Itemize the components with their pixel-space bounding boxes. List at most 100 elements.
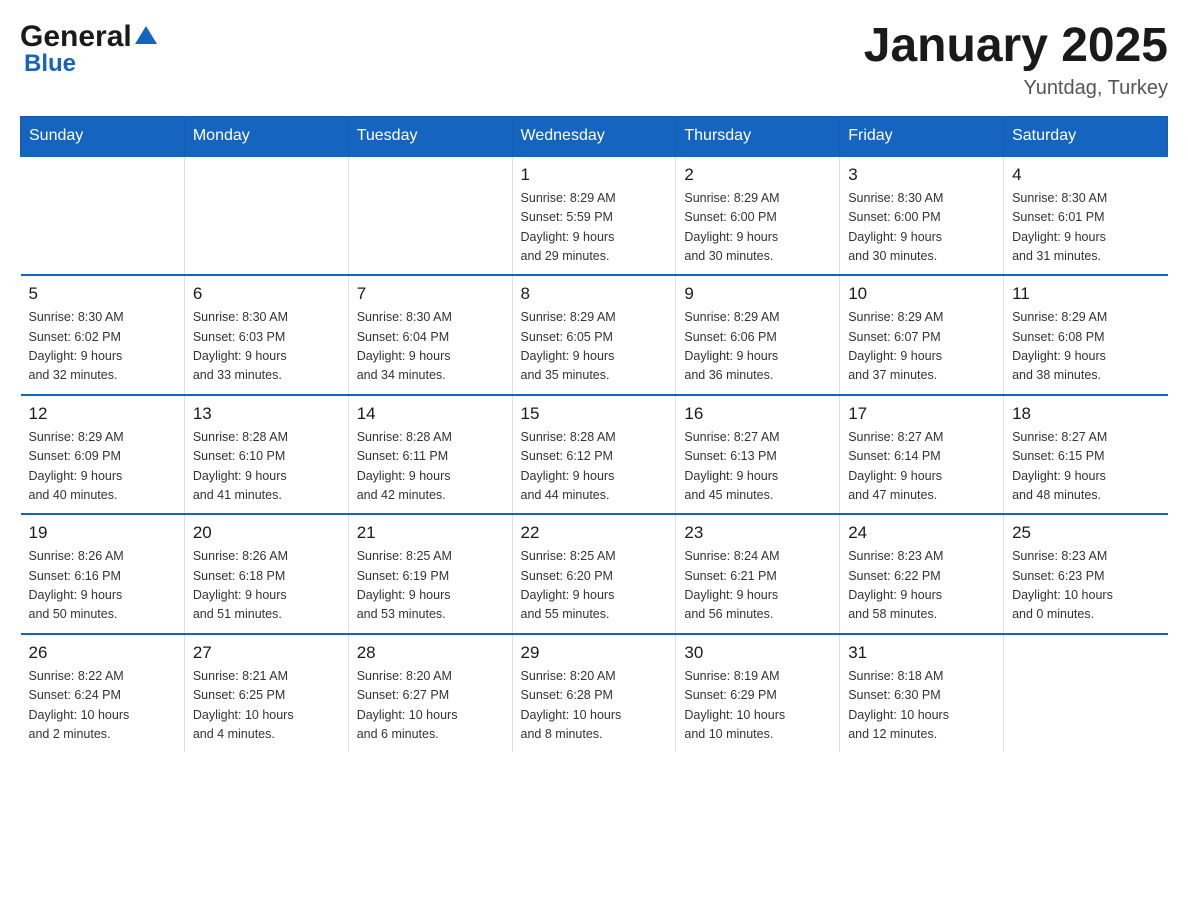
day-info: Sunrise: 8:22 AM Sunset: 6:24 PM Dayligh… bbox=[29, 667, 176, 745]
empty-cell bbox=[21, 156, 185, 276]
day-cell-3: 3 Sunrise: 8:30 AM Sunset: 6:00 PM Daylig… bbox=[840, 156, 1004, 276]
day-info: Sunrise: 8:29 AM Sunset: 5:59 PM Dayligh… bbox=[521, 189, 668, 267]
day-info: Sunrise: 8:29 AM Sunset: 6:06 PM Dayligh… bbox=[684, 308, 831, 386]
day-info: Sunrise: 8:29 AM Sunset: 6:07 PM Dayligh… bbox=[848, 308, 995, 386]
day-cell-10: 10 Sunrise: 8:29 AM Sunset: 6:07 PM Dayli… bbox=[840, 275, 1004, 395]
day-number: 9 bbox=[684, 284, 831, 304]
day-info: Sunrise: 8:23 AM Sunset: 6:22 PM Dayligh… bbox=[848, 547, 995, 625]
page-header: General Blue January 2025 Yuntdag, Turke… bbox=[20, 20, 1168, 100]
day-cell-5: 5 Sunrise: 8:30 AM Sunset: 6:02 PM Daylig… bbox=[21, 275, 185, 395]
day-cell-1: 1 Sunrise: 8:29 AM Sunset: 5:59 PM Daylig… bbox=[512, 156, 676, 276]
day-info: Sunrise: 8:20 AM Sunset: 6:28 PM Dayligh… bbox=[521, 667, 668, 745]
day-number: 19 bbox=[29, 523, 176, 543]
day-info: Sunrise: 8:18 AM Sunset: 6:30 PM Dayligh… bbox=[848, 667, 995, 745]
day-number: 24 bbox=[848, 523, 995, 543]
header-row: SundayMondayTuesdayWednesdayThursdayFrid… bbox=[21, 116, 1168, 156]
day-cell-19: 19 Sunrise: 8:26 AM Sunset: 6:16 PM Dayli… bbox=[21, 514, 185, 634]
day-cell-17: 17 Sunrise: 8:27 AM Sunset: 6:14 PM Dayli… bbox=[840, 395, 1004, 515]
day-number: 5 bbox=[29, 284, 176, 304]
day-cell-12: 12 Sunrise: 8:29 AM Sunset: 6:09 PM Dayli… bbox=[21, 395, 185, 515]
day-cell-22: 22 Sunrise: 8:25 AM Sunset: 6:20 PM Dayli… bbox=[512, 514, 676, 634]
day-number: 13 bbox=[193, 404, 340, 424]
day-info: Sunrise: 8:21 AM Sunset: 6:25 PM Dayligh… bbox=[193, 667, 340, 745]
day-cell-6: 6 Sunrise: 8:30 AM Sunset: 6:03 PM Daylig… bbox=[184, 275, 348, 395]
day-number: 4 bbox=[1012, 165, 1159, 185]
day-number: 27 bbox=[193, 643, 340, 663]
week-row-2: 5 Sunrise: 8:30 AM Sunset: 6:02 PM Daylig… bbox=[21, 275, 1168, 395]
day-cell-27: 27 Sunrise: 8:21 AM Sunset: 6:25 PM Dayli… bbox=[184, 634, 348, 753]
day-info: Sunrise: 8:29 AM Sunset: 6:08 PM Dayligh… bbox=[1012, 308, 1159, 386]
day-cell-4: 4Sunrise: 8:30 AM Sunset: 6:01 PM Daylig… bbox=[1004, 156, 1168, 276]
day-cell-20: 20 Sunrise: 8:26 AM Sunset: 6:18 PM Dayli… bbox=[184, 514, 348, 634]
day-cell-15: 15Sunrise: 8:28 AM Sunset: 6:12 PM Dayli… bbox=[512, 395, 676, 515]
week-row-1: 1 Sunrise: 8:29 AM Sunset: 5:59 PM Daylig… bbox=[21, 156, 1168, 276]
day-number: 28 bbox=[357, 643, 504, 663]
day-info: Sunrise: 8:30 AM Sunset: 6:03 PM Dayligh… bbox=[193, 308, 340, 386]
day-cell-25: 25 Sunrise: 8:23 AM Sunset: 6:23 PM Dayli… bbox=[1004, 514, 1168, 634]
day-number: 30 bbox=[684, 643, 831, 663]
day-info: Sunrise: 8:30 AM Sunset: 6:04 PM Dayligh… bbox=[357, 308, 504, 386]
day-number: 10 bbox=[848, 284, 995, 304]
day-cell-13: 13 Sunrise: 8:28 AM Sunset: 6:10 PM Dayli… bbox=[184, 395, 348, 515]
header-cell-tuesday: Tuesday bbox=[348, 116, 512, 156]
day-cell-18: 18Sunrise: 8:27 AM Sunset: 6:15 PM Dayli… bbox=[1004, 395, 1168, 515]
header-cell-monday: Monday bbox=[184, 116, 348, 156]
day-number: 23 bbox=[684, 523, 831, 543]
calendar-header: SundayMondayTuesdayWednesdayThursdayFrid… bbox=[21, 116, 1168, 156]
day-info: Sunrise: 8:26 AM Sunset: 6:16 PM Dayligh… bbox=[29, 547, 176, 625]
day-number: 3 bbox=[848, 165, 995, 185]
location: Yuntdag, Turkey bbox=[864, 77, 1168, 100]
day-info: Sunrise: 8:30 AM Sunset: 6:02 PM Dayligh… bbox=[29, 308, 176, 386]
day-cell-7: 7Sunrise: 8:30 AM Sunset: 6:04 PM Daylig… bbox=[348, 275, 512, 395]
day-number: 12 bbox=[29, 404, 176, 424]
day-cell-28: 28 Sunrise: 8:20 AM Sunset: 6:27 PM Dayli… bbox=[348, 634, 512, 753]
calendar-table: SundayMondayTuesdayWednesdayThursdayFrid… bbox=[20, 116, 1168, 753]
day-number: 14 bbox=[357, 404, 504, 424]
day-number: 21 bbox=[357, 523, 504, 543]
day-info: Sunrise: 8:23 AM Sunset: 6:23 PM Dayligh… bbox=[1012, 547, 1159, 625]
day-number: 1 bbox=[521, 165, 668, 185]
day-cell-8: 8Sunrise: 8:29 AM Sunset: 6:05 PM Daylig… bbox=[512, 275, 676, 395]
day-number: 17 bbox=[848, 404, 995, 424]
week-row-4: 19 Sunrise: 8:26 AM Sunset: 6:16 PM Dayli… bbox=[21, 514, 1168, 634]
day-info: Sunrise: 8:25 AM Sunset: 6:20 PM Dayligh… bbox=[521, 547, 668, 625]
day-info: Sunrise: 8:19 AM Sunset: 6:29 PM Dayligh… bbox=[684, 667, 831, 745]
day-cell-30: 30 Sunrise: 8:19 AM Sunset: 6:29 PM Dayli… bbox=[676, 634, 840, 753]
day-info: Sunrise: 8:26 AM Sunset: 6:18 PM Dayligh… bbox=[193, 547, 340, 625]
month-title: January 2025 bbox=[864, 20, 1168, 73]
day-info: Sunrise: 8:28 AM Sunset: 6:10 PM Dayligh… bbox=[193, 428, 340, 506]
day-info: Sunrise: 8:24 AM Sunset: 6:21 PM Dayligh… bbox=[684, 547, 831, 625]
empty-cell bbox=[348, 156, 512, 276]
day-number: 20 bbox=[193, 523, 340, 543]
day-number: 29 bbox=[521, 643, 668, 663]
day-number: 6 bbox=[193, 284, 340, 304]
logo-general-text: General bbox=[20, 20, 132, 54]
day-info: Sunrise: 8:20 AM Sunset: 6:27 PM Dayligh… bbox=[357, 667, 504, 745]
day-number: 25 bbox=[1012, 523, 1159, 543]
header-cell-saturday: Saturday bbox=[1004, 116, 1168, 156]
header-cell-sunday: Sunday bbox=[21, 116, 185, 156]
empty-cell bbox=[184, 156, 348, 276]
empty-cell bbox=[1004, 634, 1168, 753]
week-row-3: 12 Sunrise: 8:29 AM Sunset: 6:09 PM Dayli… bbox=[21, 395, 1168, 515]
day-info: Sunrise: 8:28 AM Sunset: 6:12 PM Dayligh… bbox=[521, 428, 668, 506]
day-info: Sunrise: 8:30 AM Sunset: 6:00 PM Dayligh… bbox=[848, 189, 995, 267]
day-info: Sunrise: 8:25 AM Sunset: 6:19 PM Dayligh… bbox=[357, 547, 504, 625]
day-number: 16 bbox=[684, 404, 831, 424]
title-area: January 2025 Yuntdag, Turkey bbox=[864, 20, 1168, 100]
day-number: 22 bbox=[521, 523, 668, 543]
day-info: Sunrise: 8:27 AM Sunset: 6:14 PM Dayligh… bbox=[848, 428, 995, 506]
day-cell-11: 11 Sunrise: 8:29 AM Sunset: 6:08 PM Dayli… bbox=[1004, 275, 1168, 395]
day-number: 31 bbox=[848, 643, 995, 663]
day-cell-24: 24 Sunrise: 8:23 AM Sunset: 6:22 PM Dayli… bbox=[840, 514, 1004, 634]
day-number: 8 bbox=[521, 284, 668, 304]
day-number: 11 bbox=[1012, 284, 1159, 304]
logo-triangle-icon bbox=[135, 26, 157, 49]
day-cell-31: 31 Sunrise: 8:18 AM Sunset: 6:30 PM Dayli… bbox=[840, 634, 1004, 753]
day-cell-16: 16Sunrise: 8:27 AM Sunset: 6:13 PM Dayli… bbox=[676, 395, 840, 515]
logo-blue-text: Blue bbox=[24, 50, 76, 78]
day-info: Sunrise: 8:29 AM Sunset: 6:00 PM Dayligh… bbox=[684, 189, 831, 267]
day-info: Sunrise: 8:29 AM Sunset: 6:09 PM Dayligh… bbox=[29, 428, 176, 506]
week-row-5: 26Sunrise: 8:22 AM Sunset: 6:24 PM Dayli… bbox=[21, 634, 1168, 753]
header-cell-wednesday: Wednesday bbox=[512, 116, 676, 156]
